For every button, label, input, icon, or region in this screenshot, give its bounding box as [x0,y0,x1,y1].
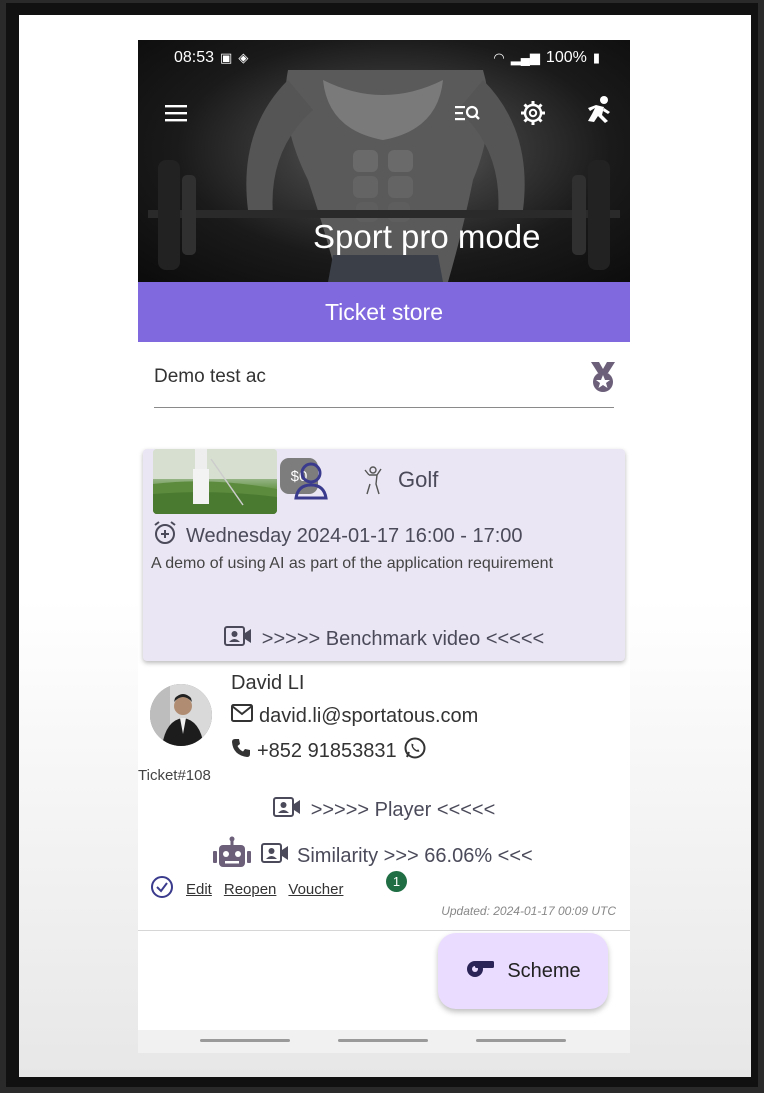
alarm-add-icon [152,520,178,552]
reopen-link[interactable]: Reopen [224,881,277,898]
status-time: 08:53 [174,49,215,66]
event-time: Wednesday 2024-01-17 16:00 - 17:00 [186,524,523,547]
player-name: David LI [231,672,305,694]
wifi-icon: ◠ [493,50,505,65]
running-person-icon[interactable] [578,92,618,132]
scheme-button-label: Scheme [507,959,581,982]
player-email-row[interactable]: david.li@sportatous.com [231,704,478,728]
whatsapp-icon[interactable] [403,736,427,766]
image-notification-icon: ▣ [220,50,233,65]
edit-link[interactable]: Edit [186,881,212,898]
player-video-link[interactable]: >>>>> Player <<<<< [138,796,630,824]
video-contact-icon [261,842,289,870]
check-circle-icon[interactable] [150,875,174,903]
gesture-nav-bar [138,1030,630,1053]
page-title: Ticket store [138,282,630,342]
battery-icon: ▮ [592,50,600,65]
event-time-row: Wednesday 2024-01-17 16:00 - 17:00 [152,520,523,552]
nav-pill-left[interactable] [200,1039,290,1042]
player-phone: +852 91853831 [257,739,397,762]
player-email: david.li@sportatous.com [259,704,479,727]
mail-icon [231,704,253,728]
search-list-icon[interactable] [450,98,484,128]
person-icon [293,461,335,506]
hero-banner: 08:53 ▣ ◈ ◠ ▂▄▆ 100% ▮ Sport pro mode [138,40,630,282]
updated-timestamp: Updated: 2024-01-17 00:09 UTC [441,904,616,918]
status-bar: 08:53 ▣ ◈ ◠ ▂▄▆ 100% ▮ [174,48,600,68]
player-phone-row[interactable]: +852 91853831 [231,736,427,766]
phone-screen: 08:53 ▣ ◈ ◠ ▂▄▆ 100% ▮ Sport pro mode Ti… [138,40,630,1053]
benchmark-video-label: >>>>> Benchmark video <<<<< [261,627,545,650]
voucher-link[interactable]: Voucher [288,881,343,898]
event-description: A demo of using AI as part of the applic… [151,555,554,572]
voucher-count-badge: 1 [386,871,407,892]
video-contact-icon [272,796,301,824]
ticket-number: Ticket#108 [138,767,211,784]
phone-icon [231,738,251,764]
ticket-actions: Edit Reopen Voucher [150,875,343,903]
battery-level: 100% [545,49,587,66]
signal-icon: ▂▄▆ [510,50,540,65]
whistle-icon [465,958,495,984]
similarity-label: Similarity >>> 66.06% <<< [297,844,533,867]
sport-label: Golf [398,467,439,492]
robot-icon [211,836,253,876]
player-video-label: >>>>> Player <<<<< [310,798,496,821]
app-notification-icon: ◈ [238,50,249,65]
medal-icon[interactable] [588,360,618,399]
event-card[interactable]: $0 Golf Wednesday 2024-01-17 16:00 - 17:… [143,449,625,661]
hero-title: Sport pro mode [313,218,541,255]
player-avatar [150,684,212,746]
menu-icon[interactable] [162,98,192,128]
nav-pill-center[interactable] [338,1039,428,1042]
golf-thumbnail [153,449,277,514]
divider [138,930,630,931]
video-contact-icon [223,625,252,653]
account-select[interactable]: Demo test ac [154,360,615,408]
benchmark-video-link[interactable]: >>>>> Benchmark video <<<<< [143,625,625,653]
golfer-icon [361,466,385,501]
scheme-button[interactable]: Scheme [438,933,608,1009]
account-value: Demo test ac [154,366,266,387]
nav-pill-right[interactable] [476,1039,566,1042]
gear-icon[interactable] [516,96,550,130]
similarity-link[interactable]: Similarity >>> 66.06% <<< [211,836,533,876]
